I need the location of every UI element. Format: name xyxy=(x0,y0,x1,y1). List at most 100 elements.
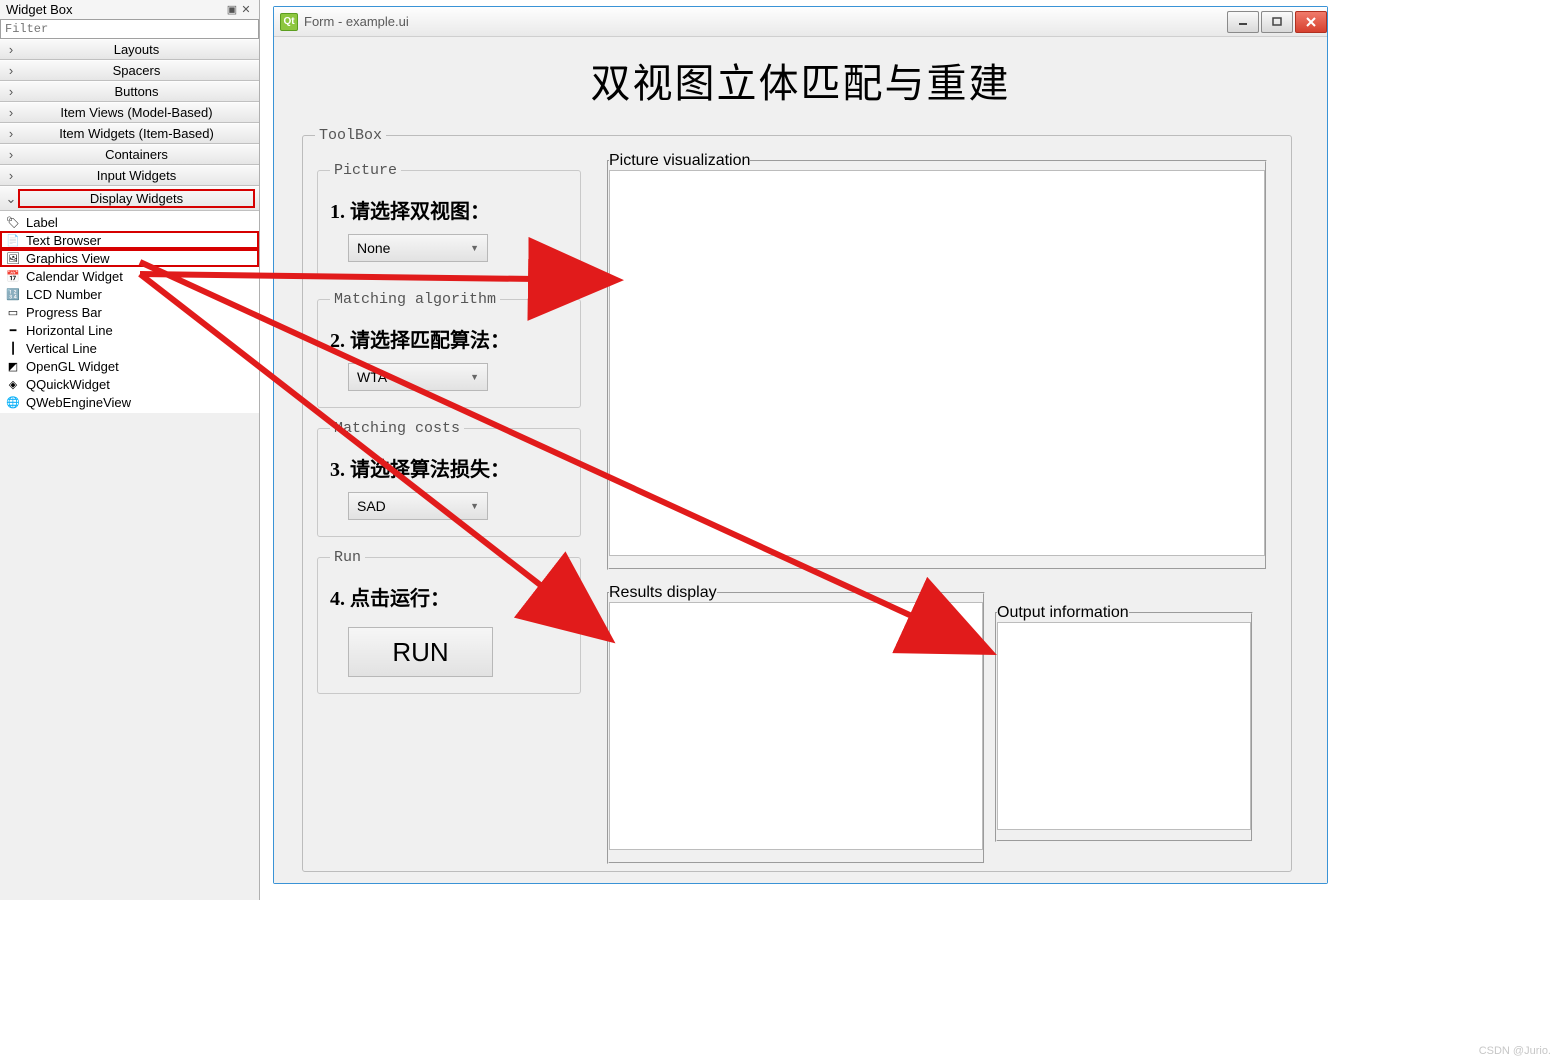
costs-combobox[interactable]: SAD ▼ xyxy=(348,492,488,520)
results-display-view[interactable] xyxy=(609,602,983,850)
costs-legend: Matching costs xyxy=(330,420,464,437)
widget-item-label: QWebEngineView xyxy=(26,395,131,410)
picture-combobox[interactable]: None ▼ xyxy=(348,234,488,262)
chevron-icon: ⌄ xyxy=(4,191,18,207)
widget-item-qquickwidget[interactable]: ◈ QQuickWidget xyxy=(0,375,259,393)
step-1-label: 1. 请选择双视图： xyxy=(330,195,568,224)
category-label: Input Widgets xyxy=(18,168,255,183)
chevron-icon: › xyxy=(4,168,18,183)
widget-category-list: ›Layouts›Spacers›Buttons›Item Views (Mod… xyxy=(0,39,259,413)
category-label: Spacers xyxy=(18,63,255,78)
widget-item-opengl-widget[interactable]: ◩OpenGL Widget xyxy=(0,357,259,375)
qquick-icon: ◈ xyxy=(4,376,22,392)
run-group: Run 4. 点击运行： RUN xyxy=(317,549,581,694)
web-icon: 🌐 xyxy=(4,394,22,410)
step-4-label: 4. 点击运行： xyxy=(330,582,568,611)
picture-visualization-group: Picture visualization xyxy=(607,152,1267,570)
output-information-group: Output information xyxy=(995,604,1253,842)
widget-item-label: Text Browser xyxy=(26,233,101,248)
vline-icon: ┃ xyxy=(4,340,22,356)
form-client-area: 双视图立体匹配与重建 ToolBox Picture 1. 请选择双视图： No… xyxy=(274,37,1327,883)
widget-item-label: Graphics View xyxy=(26,251,110,266)
lcd-icon: 🔢 xyxy=(4,286,22,302)
chevron-icon: › xyxy=(4,84,18,99)
category-label: Display Widgets xyxy=(18,189,255,208)
toolbox-legend: ToolBox xyxy=(315,127,386,144)
minimize-button[interactable] xyxy=(1227,11,1259,33)
widget-item-qwebengineview[interactable]: 🌐 QWebEngineView xyxy=(0,393,259,411)
widget-filter-input[interactable] xyxy=(0,19,259,39)
chevron-icon: › xyxy=(4,126,18,141)
opengl-icon: ◩ xyxy=(4,358,22,374)
widget-item-progress-bar[interactable]: ▭ Progress Bar xyxy=(0,303,259,321)
category-display-widgets[interactable]: ⌄Display Widgets xyxy=(0,186,259,211)
maximize-button[interactable] xyxy=(1261,11,1293,33)
category-label: Buttons xyxy=(18,84,255,99)
form-preview-window: Qt Form - example.ui 双视图立体匹配与重建 ToolBox … xyxy=(273,6,1328,884)
chevron-icon: › xyxy=(4,63,18,78)
widget-item-label: Vertical Line xyxy=(26,341,97,356)
widget-item-graphics-view[interactable]: 🖼Graphics View xyxy=(0,249,259,267)
step-2-label: 2. 请选择匹配算法： xyxy=(330,324,568,353)
progress-icon: ▭ xyxy=(4,304,22,320)
form-titlebar: Qt Form - example.ui xyxy=(274,7,1327,37)
chevron-icon: › xyxy=(4,42,18,57)
category-spacers[interactable]: ›Spacers xyxy=(0,60,259,81)
category-containers[interactable]: ›Containers xyxy=(0,144,259,165)
algorithm-combobox-value: WTA xyxy=(357,369,470,385)
category-item-views-model-based-[interactable]: ›Item Views (Model-Based) xyxy=(0,102,259,123)
algorithm-legend: Matching algorithm xyxy=(330,291,500,308)
watermark: CSDN @Jurio. xyxy=(1479,1045,1551,1057)
category-label: Item Views (Model-Based) xyxy=(18,105,255,120)
category-label: Item Widgets (Item-Based) xyxy=(18,126,255,141)
algorithm-combobox[interactable]: WTA ▼ xyxy=(348,363,488,391)
algorithm-group: Matching algorithm 2. 请选择匹配算法： WTA ▼ xyxy=(317,291,581,408)
widget-box-panel: Widget Box ▣ ✕ ›Layouts›Spacers›Buttons›… xyxy=(0,0,260,900)
category-input-widgets[interactable]: ›Input Widgets xyxy=(0,165,259,186)
detach-icon[interactable]: ▣ xyxy=(225,3,239,16)
close-button[interactable] xyxy=(1295,11,1327,33)
widget-item-label: Progress Bar xyxy=(26,305,102,320)
chevron-down-icon: ▼ xyxy=(470,243,479,253)
widget-item-calendar-widget[interactable]: 📅Calendar Widget xyxy=(0,267,259,285)
category-label: Layouts xyxy=(18,42,255,57)
textbrowser-icon: 📄 xyxy=(4,232,22,248)
hline-icon: ━ xyxy=(4,322,22,338)
output-information-view[interactable] xyxy=(997,622,1251,830)
close-icon[interactable]: ✕ xyxy=(239,3,253,16)
chevron-down-icon: ▼ xyxy=(470,372,479,382)
widget-item-lcd-number[interactable]: 🔢LCD Number xyxy=(0,285,259,303)
window-buttons xyxy=(1225,11,1327,33)
picture-group: Picture 1. 请选择双视图： None ▼ xyxy=(317,162,581,279)
widget-box-title: Widget Box xyxy=(6,2,225,17)
picture-visualization-view[interactable] xyxy=(609,170,1265,556)
chevron-icon: › xyxy=(4,147,18,162)
widget-item-text-browser[interactable]: 📄 Text Browser xyxy=(0,231,259,249)
widget-item-label: Calendar Widget xyxy=(26,269,123,284)
widget-box-title-bar: Widget Box ▣ ✕ xyxy=(0,0,259,19)
category-item-widgets-item-based-[interactable]: ›Item Widgets (Item-Based) xyxy=(0,123,259,144)
form-heading: 双视图立体匹配与重建 xyxy=(274,37,1327,115)
widget-item-horizontal-line[interactable]: ━ Horizontal Line xyxy=(0,321,259,339)
chevron-icon: › xyxy=(4,105,18,120)
tag-icon: 🏷 xyxy=(4,214,22,230)
widget-item-vertical-line[interactable]: ┃ Vertical Line xyxy=(0,339,259,357)
chevron-down-icon: ▼ xyxy=(470,501,479,511)
category-layouts[interactable]: ›Layouts xyxy=(0,39,259,60)
form-window-title: Form - example.ui xyxy=(304,14,1225,29)
results-display-group: Results display xyxy=(607,584,985,864)
run-legend: Run xyxy=(330,549,365,566)
picture-legend: Picture xyxy=(330,162,401,179)
category-items: 🏷 Label 📄 Text Browser🖼Graphics View📅Calend… xyxy=(0,211,259,413)
widget-item-label: QQuickWidget xyxy=(26,377,110,392)
costs-combobox-value: SAD xyxy=(357,498,470,514)
widget-item-label: Label xyxy=(26,215,58,230)
output-information-legend: Output information xyxy=(997,604,1129,622)
category-buttons[interactable]: ›Buttons xyxy=(0,81,259,102)
picture-visualization-legend: Picture visualization xyxy=(609,152,750,170)
toolbox-group: ToolBox Picture 1. 请选择双视图： None ▼ Matchi… xyxy=(302,127,1292,872)
run-button[interactable]: RUN xyxy=(348,627,493,677)
step-3-label: 3. 请选择算法损失： xyxy=(330,453,568,482)
widget-item-label: Horizontal Line xyxy=(26,323,113,338)
widget-item-label[interactable]: 🏷 Label xyxy=(0,213,259,231)
